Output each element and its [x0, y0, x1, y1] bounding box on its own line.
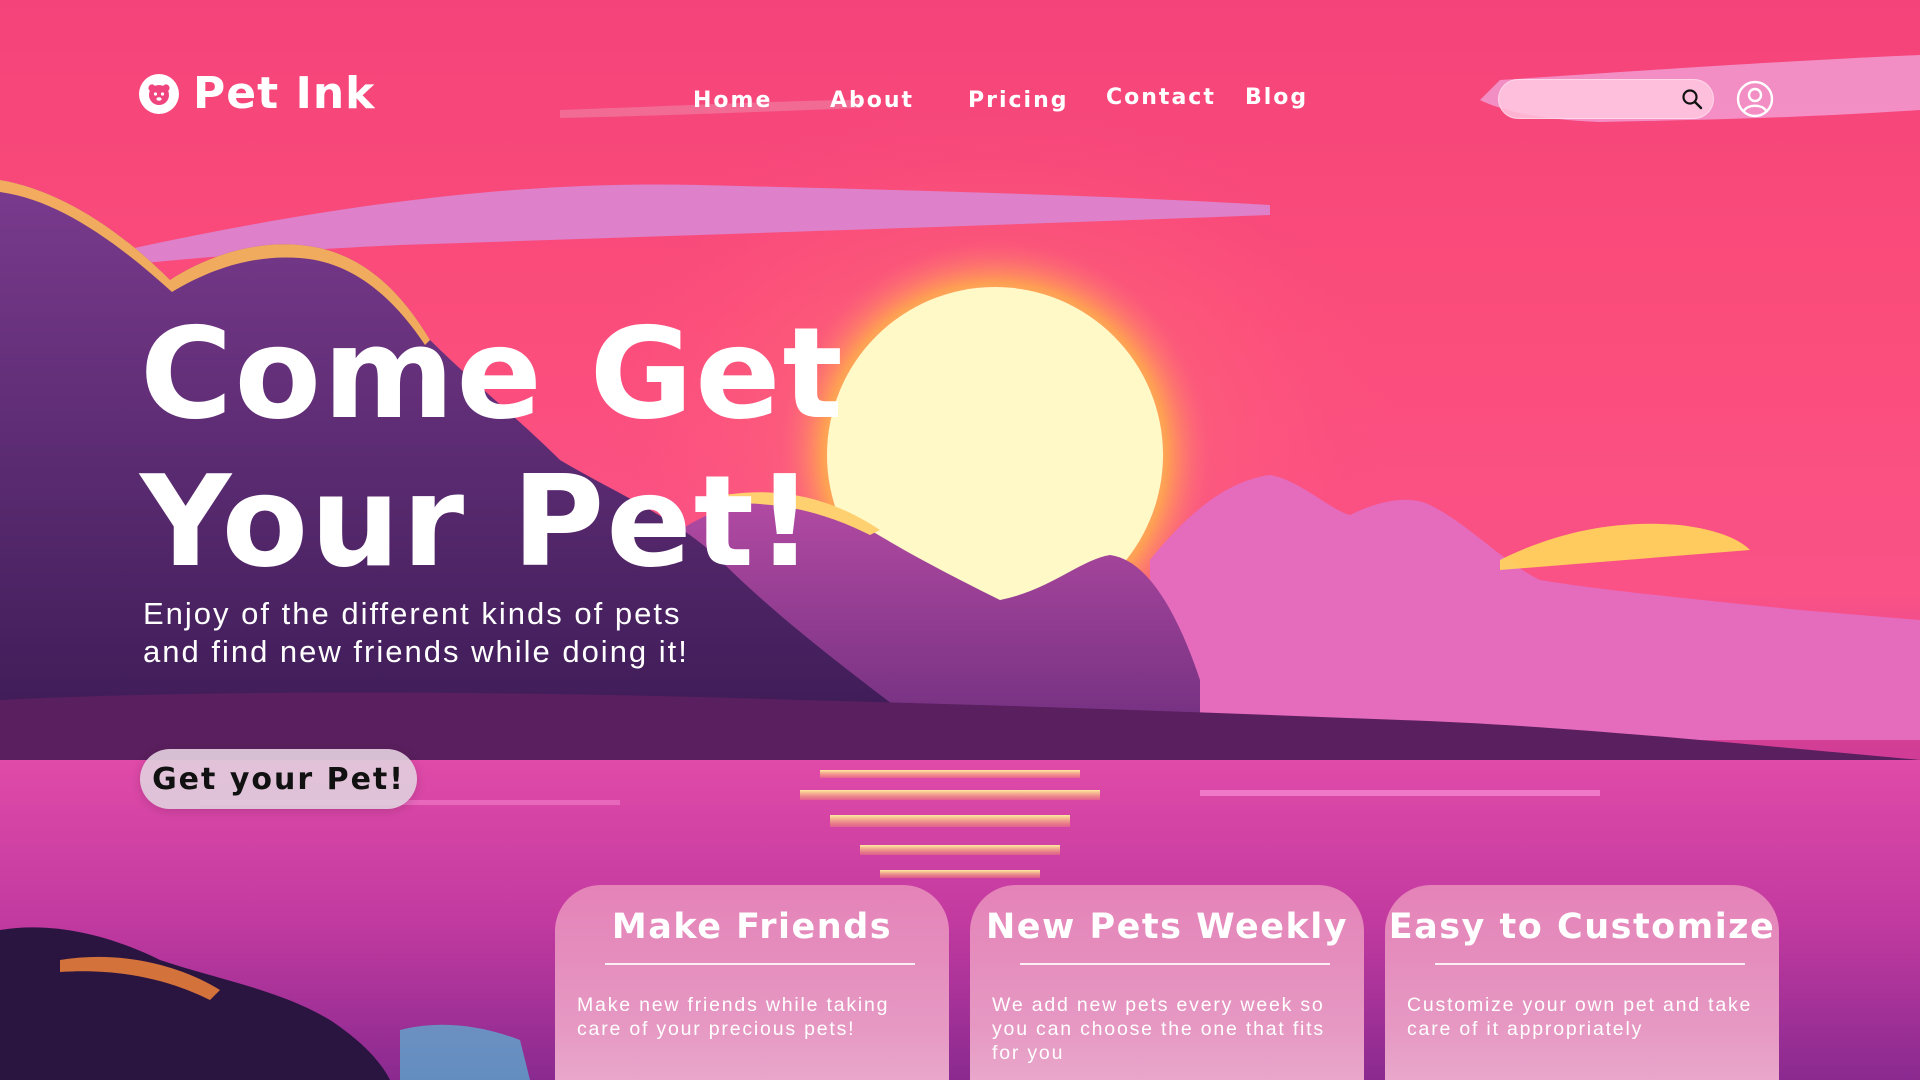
- feature-card-new-pets-weekly[interactable]: New Pets Weekly We add new pets every we…: [970, 885, 1364, 1080]
- nav-blog[interactable]: Blog: [1245, 85, 1308, 110]
- hero-title-line-1: Come Get: [140, 300, 845, 447]
- nav-home[interactable]: Home: [693, 88, 772, 113]
- card-divider: [1435, 963, 1745, 965]
- feature-card-easy-to-customize[interactable]: Easy to Customize Customize your own pet…: [1385, 885, 1779, 1080]
- card-divider: [605, 963, 915, 965]
- nav-contact[interactable]: Contact: [1106, 85, 1216, 110]
- hero-title: Come Get Your Pet!: [140, 300, 845, 596]
- feature-card-make-friends[interactable]: Make Friends Make new friends while taki…: [555, 885, 949, 1080]
- nav-pricing[interactable]: Pricing: [968, 88, 1069, 113]
- card-title: Easy to Customize: [1388, 907, 1776, 947]
- card-title: New Pets Weekly: [985, 907, 1349, 947]
- hero-subtitle-line-1: Enjoy of the different kinds of pets: [143, 596, 682, 631]
- search-icon[interactable]: [1680, 87, 1704, 111]
- get-pet-button[interactable]: Get your Pet!: [140, 749, 417, 809]
- landing-page: Pet Ink Home About Pricing Contact Blog …: [0, 0, 1920, 1080]
- hero-subtitle: Enjoy of the different kinds of pets and…: [143, 595, 689, 671]
- card-text: We add new pets every week so you can ch…: [992, 994, 1325, 1064]
- card-divider: [1020, 963, 1330, 965]
- search-input[interactable]: [1498, 79, 1696, 119]
- card-text: Make new friends while taking care of yo…: [577, 994, 890, 1040]
- nav-about[interactable]: About: [830, 88, 914, 113]
- card-text: Customize your own pet and take care of …: [1407, 994, 1753, 1040]
- hero-subtitle-line-2: and find new friends while doing it!: [143, 634, 689, 669]
- hero-title-line-2: Your Pet!: [140, 448, 816, 595]
- card-title: Make Friends: [611, 907, 893, 947]
- user-icon[interactable]: [1736, 80, 1774, 118]
- search-bar: [1498, 79, 1714, 119]
